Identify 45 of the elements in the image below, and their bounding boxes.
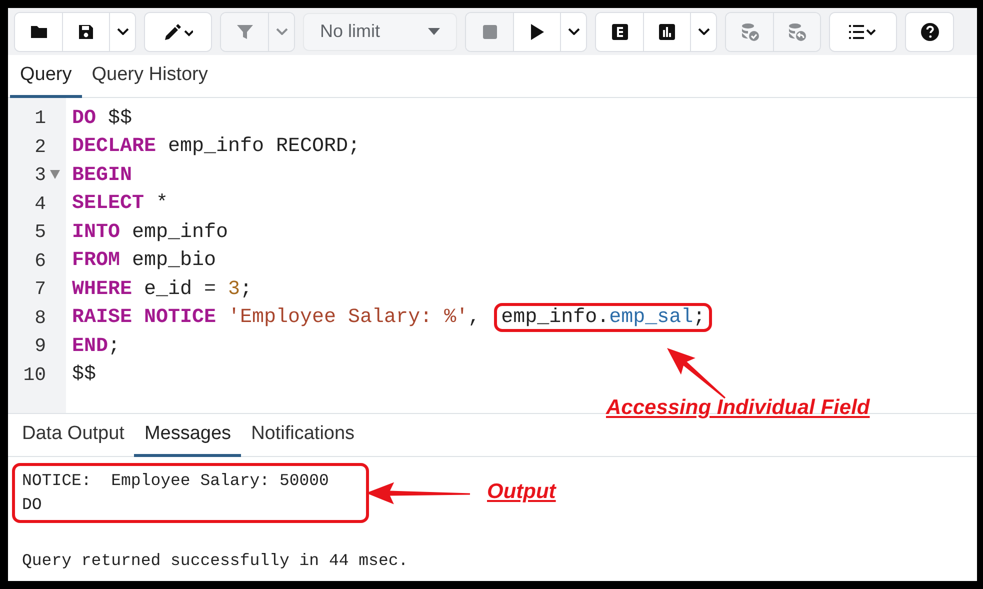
message-line: DO — [22, 494, 43, 516]
caret-icon — [698, 28, 710, 36]
code-line: BEGIN — [72, 164, 132, 187]
code-line: RAISE NOTICE 'Employee Salary: %', — [72, 306, 482, 330]
line-number: 10 — [23, 364, 46, 386]
code-line: SELECT * — [72, 192, 168, 216]
explain-icon — [610, 22, 630, 42]
message-line: Query returned successfully in 44 msec. — [22, 550, 410, 572]
pen-icon — [163, 22, 193, 42]
caret-button[interactable] — [109, 12, 135, 50]
code-line: $$ — [72, 363, 96, 386]
annotation-label: Output — [487, 480, 556, 504]
line-number: 1 — [34, 107, 46, 130]
line-number: 9 — [34, 335, 46, 358]
code-line: DECLARE emp_info RECORD; — [72, 135, 360, 158]
tab[interactable]: Notifications — [241, 414, 365, 457]
tab[interactable]: Query History — [82, 55, 218, 98]
caret-icon — [116, 28, 128, 36]
database-undo-icon — [787, 22, 807, 42]
chart-icon — [657, 22, 677, 42]
fold-icon[interactable] — [50, 170, 60, 179]
line-number: 6 — [34, 250, 46, 272]
caret-icon — [428, 28, 440, 35]
code-line: WHERE e_id = 3; — [72, 278, 252, 301]
line-number: 5 — [34, 221, 46, 244]
code-line: INTO emp_info — [72, 220, 228, 244]
caret-icon — [276, 28, 288, 36]
highlight-box: emp_info.emp_sal; — [494, 303, 712, 332]
line-number: 4 — [34, 192, 46, 215]
message-line: NOTICE: Employee Salary: 50000 — [22, 470, 330, 492]
line-number: 2 — [34, 136, 46, 158]
caret-button[interactable] — [560, 12, 586, 50]
arrow — [667, 348, 726, 399]
database-check-icon — [740, 22, 760, 42]
annotation-label: Accessing Individual Field — [606, 396, 870, 420]
tab[interactable]: Data Output — [12, 414, 134, 457]
code-line: END; — [72, 334, 120, 358]
line-number: 7 — [34, 278, 46, 300]
line-number: 8 — [34, 306, 46, 329]
caret-button[interactable] — [690, 12, 716, 50]
line-number: 3 — [34, 164, 46, 186]
help-icon — [920, 22, 940, 42]
code-line: DO $$ — [72, 106, 132, 130]
code-line: FROM emp_bio — [72, 249, 216, 272]
caret-icon — [568, 28, 580, 36]
